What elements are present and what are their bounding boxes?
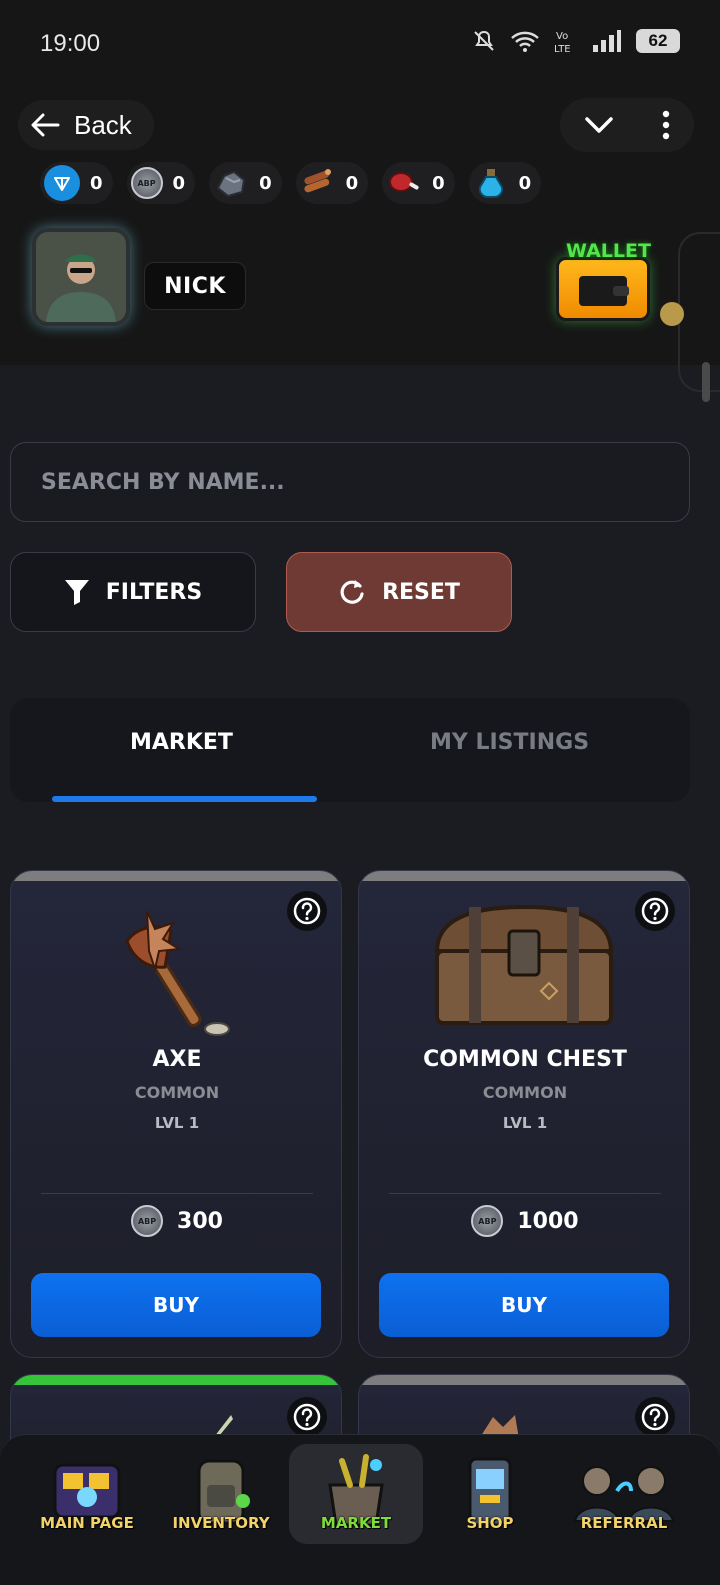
battery-indicator: 62 [636,29,680,53]
stone-icon [213,165,249,201]
resource-meat: 0 [382,162,455,204]
resource-stone: 0 [209,162,282,204]
nav-main-page[interactable]: MAIN PAGE [20,1444,154,1544]
wifi-icon [511,31,539,52]
chest-item-image [434,904,614,1025]
nav-market[interactable]: MARKET [289,1444,423,1544]
nav-inventory[interactable]: INVENTORY [154,1444,288,1544]
help-icon[interactable] [635,1397,675,1437]
signal-icon [593,30,621,52]
buy-button[interactable]: BUY [379,1273,669,1337]
search-input[interactable] [41,469,641,495]
resource-wood: 0 [295,162,369,204]
avatar-image [36,232,126,322]
help-icon[interactable] [635,891,675,931]
scrollbar[interactable] [702,362,710,402]
item-title: AXE [152,1047,202,1072]
status-time: 19:00 [40,30,101,57]
axe-item-image [125,910,230,1036]
rarity-bar [359,1375,689,1385]
resource-abp: ABP 0 [126,162,196,204]
item-rarity: COMMON [134,1083,220,1102]
tab-market[interactable]: MARKET [130,730,233,755]
card-divider [389,1193,661,1194]
tab-my-listings[interactable]: MY LISTINGS [430,730,589,755]
reset-label: RESET [382,579,460,605]
market-item-card: COMMON CHEST COMMON LVL 1 ABP 1000 BUY [358,870,690,1358]
item-rarity: COMMON [482,1083,568,1102]
nav-shop[interactable]: SHOP [423,1444,557,1544]
item-level: LVL 1 [154,1114,200,1132]
refresh-icon [340,580,364,604]
item-price: ABP 300 [11,1205,341,1237]
back-label: Back [74,109,132,140]
nav-label: MARKET [320,1514,392,1532]
status-icons: Vo LTE 62 [472,28,680,54]
rarity-bar [359,871,689,881]
wallet-icon [579,276,629,306]
price-value: 1000 [517,1208,579,1234]
filter-icon [64,580,89,605]
wood-icon [300,165,336,201]
potion-icon [473,165,509,201]
rarity-bar [11,871,341,881]
side-drawer-handle[interactable] [660,302,684,326]
help-icon[interactable] [287,1397,327,1437]
volte-icon: Vo LTE [554,31,571,54]
chevron-down-icon[interactable] [584,115,614,135]
abp-coin-icon: ABP [130,167,163,199]
wallet-label: WALLET [566,240,651,262]
header-menu-pill [560,98,694,152]
avatar[interactable] [32,228,130,326]
card-divider [41,1193,313,1194]
price-value: 300 [177,1208,223,1234]
nav-label: SHOP [466,1514,514,1532]
reset-button[interactable]: RESET [286,552,512,632]
filters-button[interactable]: FILTERS [10,552,256,632]
nav-label: INVENTORY [172,1514,270,1532]
back-button[interactable]: Back [18,100,154,150]
side-drawer-tab[interactable] [678,232,720,392]
active-tab-indicator [52,796,317,802]
market-item-card: AXE COMMON LVL 1 ABP 300 BUY [10,870,342,1358]
item-title: COMMON CHEST [423,1047,627,1072]
wallet-button[interactable] [556,257,650,321]
svg-text:LTE: LTE [554,44,571,54]
buy-button[interactable]: BUY [31,1273,321,1337]
meat-icon [386,165,422,201]
mute-icon [474,30,494,51]
nav-label: REFERRAL [580,1514,668,1532]
resource-potion: 0 [468,162,542,204]
player-name: NICK [144,262,246,310]
arrow-left-icon [31,113,60,137]
nav-referral[interactable]: REFERRAL [557,1444,691,1544]
abp-coin-icon: ABP [131,1205,164,1237]
item-price: ABP 1000 [359,1205,689,1237]
resource-bar: 0 ABP 0 0 0 0 0 [40,162,542,204]
abp-coin-icon: ABP [471,1205,504,1237]
more-vertical-icon[interactable] [661,110,671,140]
help-icon[interactable] [287,891,327,931]
rarity-bar [11,1375,341,1385]
svg-text:Vo: Vo [556,31,568,42]
ton-icon [44,165,80,201]
resource-ton: 0 [40,162,113,204]
nav-label: MAIN PAGE [40,1514,134,1532]
search-box [10,442,690,522]
filters-label: FILTERS [105,579,203,605]
item-level: LVL 1 [502,1114,548,1132]
